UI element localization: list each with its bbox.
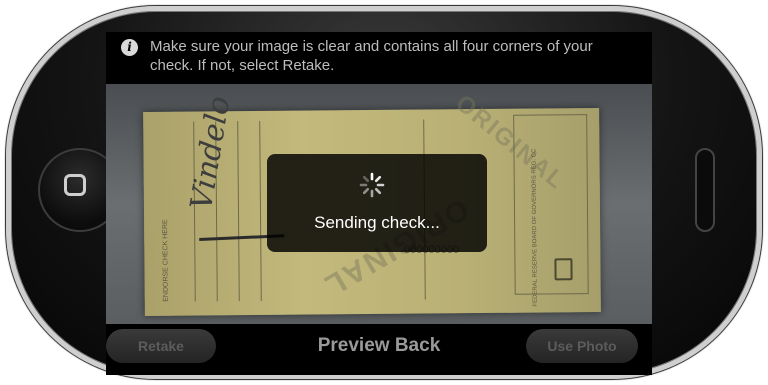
home-square-icon bbox=[64, 174, 86, 196]
activity-spinner-icon bbox=[359, 172, 385, 198]
retake-button[interactable]: Retake bbox=[106, 329, 216, 363]
info-message: Make sure your image is clear and contai… bbox=[150, 38, 593, 74]
check-rule-line bbox=[237, 121, 240, 302]
check-rule-line bbox=[259, 120, 262, 301]
endorsement-signature: Vindelo bbox=[183, 93, 238, 213]
info-icon: i bbox=[121, 39, 138, 56]
use-photo-button[interactable]: Use Photo bbox=[526, 329, 638, 363]
info-bar: i Make sure your image is clear and cont… bbox=[106, 32, 652, 84]
sending-hud: Sending check... bbox=[267, 154, 487, 252]
toolbar-title: Preview Back bbox=[317, 335, 441, 356]
sending-status: Sending check... bbox=[314, 213, 440, 232]
fed-notice-box bbox=[513, 114, 589, 295]
lock-icon bbox=[554, 258, 573, 281]
speaker-grille bbox=[695, 148, 715, 232]
bottom-toolbar: Retake Preview Back Use Photo bbox=[106, 324, 652, 375]
screen: i Make sure your image is clear and cont… bbox=[106, 32, 652, 375]
endorse-label: ENDORSE CHECK HERE bbox=[162, 219, 170, 302]
